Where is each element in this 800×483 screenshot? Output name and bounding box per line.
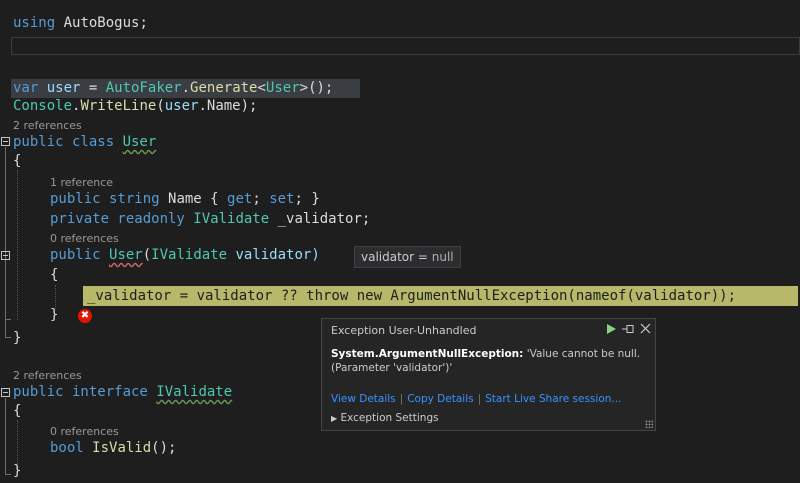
- brace-open-class: {: [13, 153, 22, 169]
- code-line-validator-field[interactable]: private readonly IValidate _validator;: [50, 210, 370, 228]
- close-icon[interactable]: [640, 323, 651, 334]
- fold-line-ctor: [5, 261, 6, 319]
- fold-toggle-ctor[interactable]: [1, 251, 10, 260]
- code-line-isvalid[interactable]: bool IsValid();: [50, 439, 176, 457]
- play-icon[interactable]: [607, 324, 616, 334]
- brace-open-ctor: {: [50, 267, 59, 283]
- code-line-constructor[interactable]: public User(IValidate validator): [50, 246, 320, 264]
- brace-open-interface: {: [13, 403, 22, 419]
- code-line-class-user[interactable]: public class User: [13, 133, 156, 151]
- brace-close-class: }: [13, 330, 22, 346]
- fold-toggle-interface[interactable]: [1, 388, 10, 397]
- datatip-validator[interactable]: validator = null: [354, 246, 461, 268]
- inline-input-box[interactable]: [11, 37, 800, 55]
- indent-guide-interface: [17, 420, 18, 464]
- indent-guide: [17, 170, 18, 320]
- copy-details-link[interactable]: Copy Details: [407, 393, 473, 405]
- exception-popup-title: Exception User-Unhandled: [331, 324, 477, 337]
- code-line-console[interactable]: Console.WriteLine(user.Name);: [13, 97, 257, 115]
- fold-end-interface: [5, 474, 11, 475]
- error-icon[interactable]: ✖: [78, 309, 92, 323]
- codelens-references-interface[interactable]: 2 references: [13, 369, 82, 383]
- exception-settings-toggle[interactable]: ▶ Exception Settings: [331, 412, 439, 424]
- code-line-using[interactable]: using AutoBogus;: [13, 14, 148, 32]
- triangle-right-icon: ▶: [331, 414, 338, 423]
- pin-icon[interactable]: [622, 324, 634, 334]
- brace-close-ctor: }: [50, 307, 59, 323]
- codelens-references-ctor[interactable]: 0 references: [50, 232, 119, 246]
- code-line-interface[interactable]: public interface IValidate: [13, 383, 232, 401]
- codelens-references-isvalid[interactable]: 0 references: [50, 425, 119, 439]
- brace-close-interface: }: [13, 463, 22, 479]
- fold-end-ctor: [5, 319, 11, 320]
- code-line-name-property[interactable]: public string Name { get; set; }: [50, 190, 320, 208]
- resize-grip-icon[interactable]: [645, 420, 653, 428]
- fold-toggle-class[interactable]: [1, 137, 10, 146]
- exception-links: View Details | Copy Details | Start Live Sha…: [331, 393, 622, 405]
- exception-popup[interactable]: Exception User-Unhandled System.Argument…: [321, 318, 656, 431]
- view-details-link[interactable]: View Details: [331, 393, 396, 405]
- fold-line-interface: [5, 398, 6, 474]
- code-line-throw[interactable]: _validator = validator ?? throw new Argu…: [87, 287, 736, 305]
- exception-message: System.ArgumentNullException: 'Value can…: [331, 348, 641, 374]
- live-share-link[interactable]: Start Live Share session...: [485, 393, 621, 405]
- codelens-references-class[interactable]: 2 references: [13, 119, 82, 133]
- code-line-var-user[interactable]: var user = AutoFaker.Generate<User>();: [13, 79, 333, 97]
- fold-end-class: [5, 337, 11, 338]
- codelens-references-name[interactable]: 1 reference: [50, 176, 113, 190]
